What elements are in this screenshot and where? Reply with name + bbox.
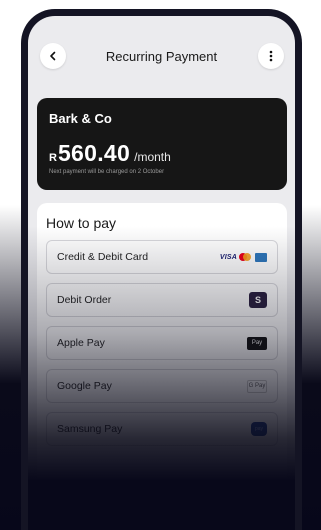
debit-order-logo: S bbox=[249, 292, 267, 308]
mastercard-logo bbox=[239, 253, 251, 261]
section-title: How to pay bbox=[46, 215, 117, 231]
more-options-button[interactable] bbox=[258, 43, 284, 69]
payment-option-debit-order[interactable]: Debit Order S bbox=[46, 283, 278, 317]
phone-frame: Recurring Payment Bark & Co R 560.40 /mo… bbox=[21, 9, 302, 530]
price-amount: 560.40 bbox=[57, 140, 131, 166]
subscription-card: Bark & Co R 560.40 /month Next payment w… bbox=[37, 98, 287, 190]
price-row: R 560.40 /month bbox=[49, 140, 275, 167]
payment-option-samsung-pay[interactable]: Samsung Pay pay bbox=[46, 412, 278, 446]
google-pay-logo: G Pay bbox=[247, 379, 267, 393]
payment-option-google-pay[interactable]: Google Pay G Pay bbox=[46, 369, 278, 403]
page-title: Recurring Payment bbox=[105, 49, 218, 64]
amex-logo bbox=[255, 252, 267, 262]
billing-period: /month bbox=[134, 150, 171, 164]
card-brands-logos: VISA bbox=[219, 252, 267, 262]
merchant-name: Bark & Co bbox=[49, 111, 112, 126]
app-header: Recurring Payment bbox=[28, 16, 295, 98]
phone-screen: Recurring Payment Bark & Co R 560.40 /mo… bbox=[28, 16, 295, 530]
option-label: Debit Order bbox=[57, 294, 112, 306]
option-label: Google Pay bbox=[57, 380, 112, 392]
next-payment-note: Next payment will be charged on 2 Octobe… bbox=[49, 169, 165, 175]
option-label: Samsung Pay bbox=[57, 423, 123, 435]
option-label: Apple Pay bbox=[57, 337, 105, 349]
apple-pay-logo: Pay bbox=[247, 336, 267, 350]
option-label: Credit & Debit Card bbox=[57, 251, 149, 263]
payment-option-card[interactable]: Credit & Debit Card VISA bbox=[46, 240, 278, 274]
samsung-pay-logo: pay bbox=[251, 422, 267, 436]
payment-methods-panel: How to pay Credit & Debit Card VISA Debi… bbox=[37, 203, 287, 530]
currency-symbol: R bbox=[49, 152, 57, 164]
visa-logo: VISA bbox=[219, 253, 237, 261]
more-vertical-icon bbox=[269, 50, 273, 62]
payment-option-apple-pay[interactable]: Apple Pay Pay bbox=[46, 326, 278, 360]
